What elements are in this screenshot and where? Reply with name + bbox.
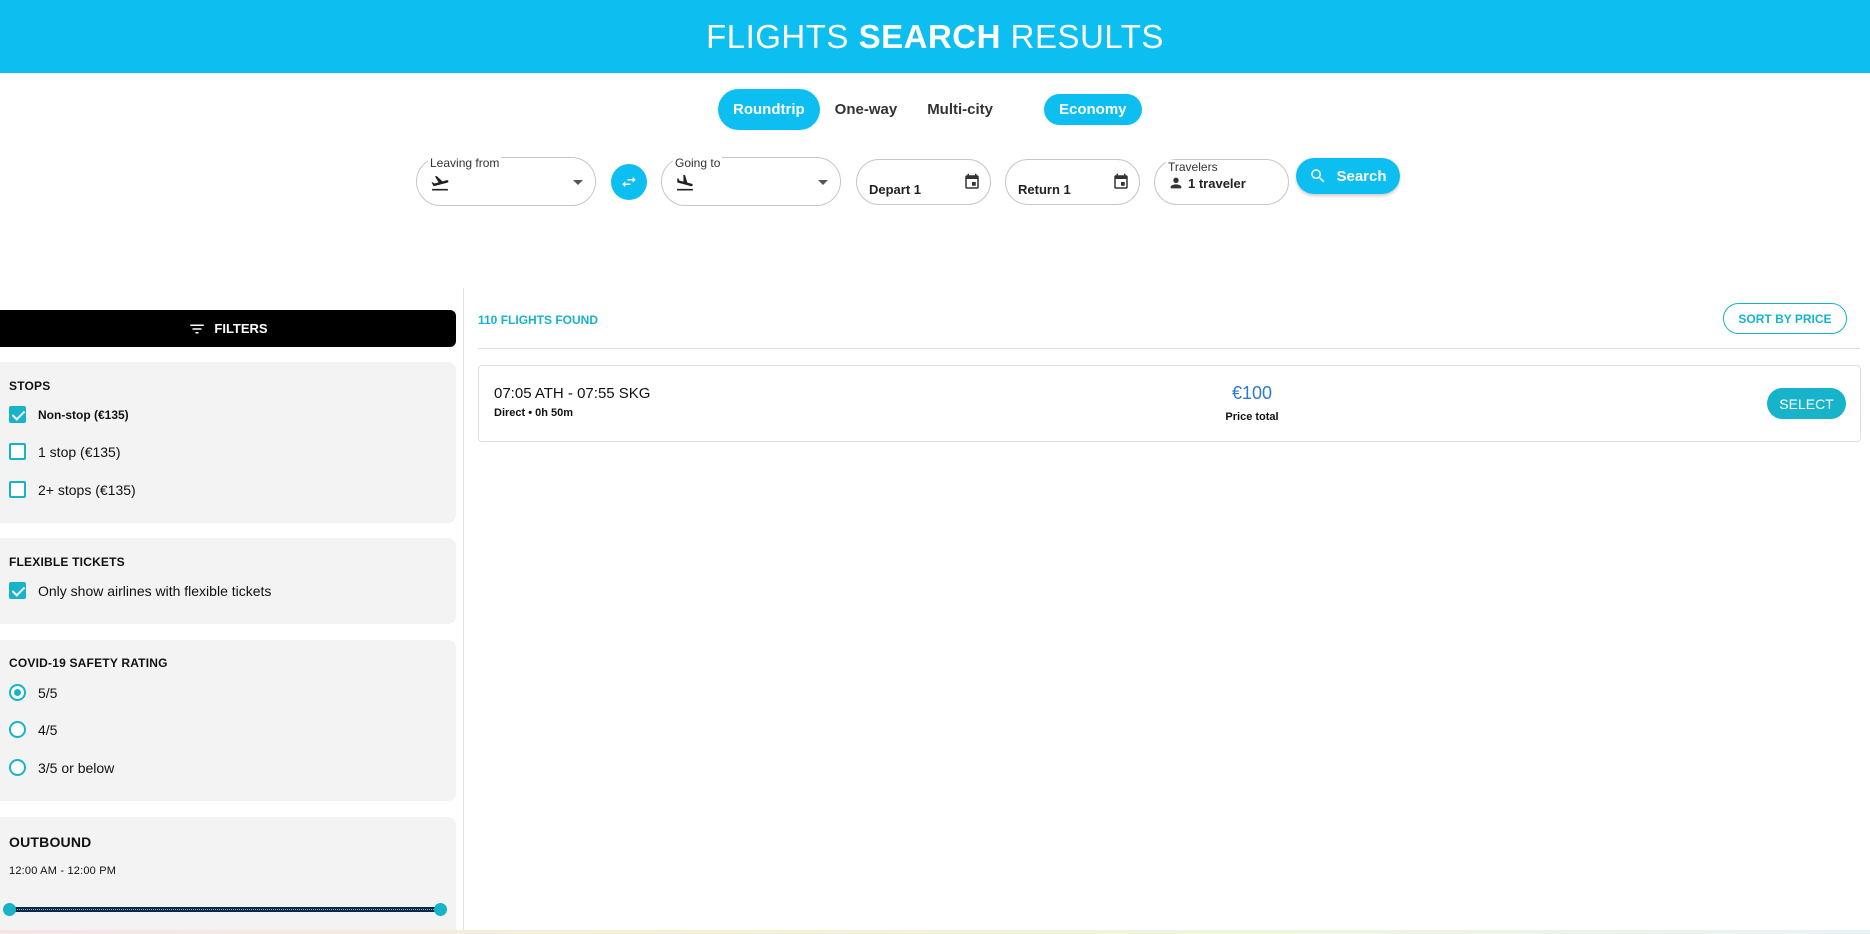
chevron-down-icon	[818, 180, 828, 185]
going-to-label: Going to	[673, 156, 723, 170]
leaving-from-label: Leaving from	[428, 156, 502, 170]
title-post: RESULTS	[1010, 17, 1164, 55]
cabin-class-button[interactable]: Economy	[1044, 94, 1142, 125]
tab-roundtrip[interactable]: Roundtrip	[718, 89, 820, 130]
radio[interactable]	[9, 684, 26, 701]
flight-times: 07:05 ATH - 07:55 SKG	[494, 385, 651, 402]
stops-option-2-stops[interactable]: 2+ stops (€135)	[9, 481, 136, 498]
person-icon	[1170, 177, 1182, 189]
price-total-label: Price total	[1225, 411, 1279, 423]
covid-option-5[interactable]: 5/5	[9, 684, 57, 701]
leaving-from-select[interactable]: Leaving from	[416, 156, 596, 206]
flight-duration: Direct • 0h 50m	[494, 407, 574, 419]
covid-option-4[interactable]: 4/5	[9, 721, 57, 738]
search-button-label: Search	[1336, 167, 1387, 185]
stops-panel: STOPS Non-stop (€135) 1 stop (€135) 2+ s…	[0, 362, 456, 523]
trip-type-tabs: Roundtrip One-way Multi-city	[718, 89, 1008, 130]
option-label: 3/5 or below	[38, 759, 115, 776]
results-header: 110 FLIGHTS FOUND SORT BY PRICE	[478, 303, 1860, 349]
outbound-slider-ticks	[14, 909, 438, 910]
sidebar-divider	[463, 288, 464, 934]
covid-rating-title: COVID-19 SAFETY RATING	[9, 656, 168, 670]
option-label: 5/5	[38, 684, 58, 701]
travelers-label: Travelers	[1166, 160, 1220, 174]
title-pre: FLIGHTS	[706, 17, 849, 55]
checkbox[interactable]	[9, 481, 26, 498]
option-label: 1 stop (€135)	[38, 443, 121, 460]
search-icon	[1311, 169, 1325, 183]
calendar-icon[interactable]	[1112, 173, 1130, 191]
outbound-title: OUTBOUND	[9, 834, 92, 850]
stops-option-1-stop[interactable]: 1 stop (€135)	[9, 443, 121, 460]
radio[interactable]	[9, 721, 26, 738]
option-label: Non-stop (€135)	[38, 407, 129, 422]
search-button[interactable]: Search	[1296, 158, 1400, 194]
calendar-icon[interactable]	[963, 173, 981, 191]
checkbox[interactable]	[9, 406, 26, 423]
filters-label: FILTERS	[214, 321, 268, 336]
swap-icon	[622, 176, 636, 188]
covid-option-3-or-below[interactable]: 3/5 or below	[9, 759, 114, 776]
filters-toggle[interactable]: FILTERS	[0, 310, 456, 347]
tab-multi-city[interactable]: Multi-city	[912, 89, 1008, 130]
flight-takeoff-icon	[431, 175, 449, 191]
bottom-edge-strip	[0, 930, 1870, 934]
outbound-panel: OUTBOUND 12:00 AM - 12:00 PM	[0, 817, 456, 934]
radio[interactable]	[9, 759, 26, 776]
title-bold: SEARCH	[858, 17, 1001, 55]
depart-date-field[interactable]: Depart 1	[856, 159, 991, 205]
chevron-down-icon	[573, 180, 583, 185]
covid-rating-panel: COVID-19 SAFETY RATING 5/5 4/5 3/5 or be…	[0, 640, 456, 801]
option-label: 2+ stops (€135)	[38, 481, 136, 498]
travelers-value: 1 traveler	[1188, 176, 1246, 191]
checkbox[interactable]	[9, 582, 26, 599]
flexible-tickets-option[interactable]: Only show airlines with flexible tickets	[9, 582, 271, 599]
outbound-range: 12:00 AM - 12:00 PM	[9, 865, 117, 877]
return-date-field[interactable]: Return 1	[1005, 159, 1140, 205]
stops-title: STOPS	[9, 379, 51, 393]
flexible-tickets-panel: FLEXIBLE TICKETS Only show airlines with…	[0, 538, 456, 624]
swap-button[interactable]	[611, 164, 647, 200]
option-label: Only show airlines with flexible tickets	[38, 582, 272, 599]
flight-result-card: 07:05 ATH - 07:55 SKG Direct • 0h 50m €1…	[478, 365, 1861, 442]
flight-land-icon	[677, 174, 693, 191]
outbound-slider-end-handle[interactable]	[434, 903, 447, 916]
flight-price: €100	[1231, 383, 1273, 403]
stops-option-nonstop[interactable]: Non-stop (€135)	[9, 406, 129, 423]
flights-found-count: 110 FLIGHTS FOUND	[478, 313, 599, 327]
outbound-slider-start-handle[interactable]	[3, 903, 16, 916]
going-to-select[interactable]: Going to	[661, 156, 841, 206]
tab-one-way[interactable]: One-way	[820, 89, 913, 130]
flexible-tickets-title: FLEXIBLE TICKETS	[9, 555, 125, 569]
option-label: 4/5	[38, 721, 58, 738]
return-date-value: Return 1	[1018, 182, 1071, 197]
travelers-field[interactable]: Travelers 1 traveler	[1154, 159, 1289, 205]
filter-icon	[190, 324, 205, 333]
checkbox[interactable]	[9, 443, 26, 460]
page-title: FLIGHTS SEARCH RESULTS	[706, 18, 1164, 56]
sort-by-price-button[interactable]: SORT BY PRICE	[1723, 303, 1847, 334]
page-header: FLIGHTS SEARCH RESULTS	[0, 0, 1870, 73]
depart-date-value: Depart 1	[869, 182, 922, 197]
select-flight-button[interactable]: SELECT	[1767, 388, 1846, 419]
